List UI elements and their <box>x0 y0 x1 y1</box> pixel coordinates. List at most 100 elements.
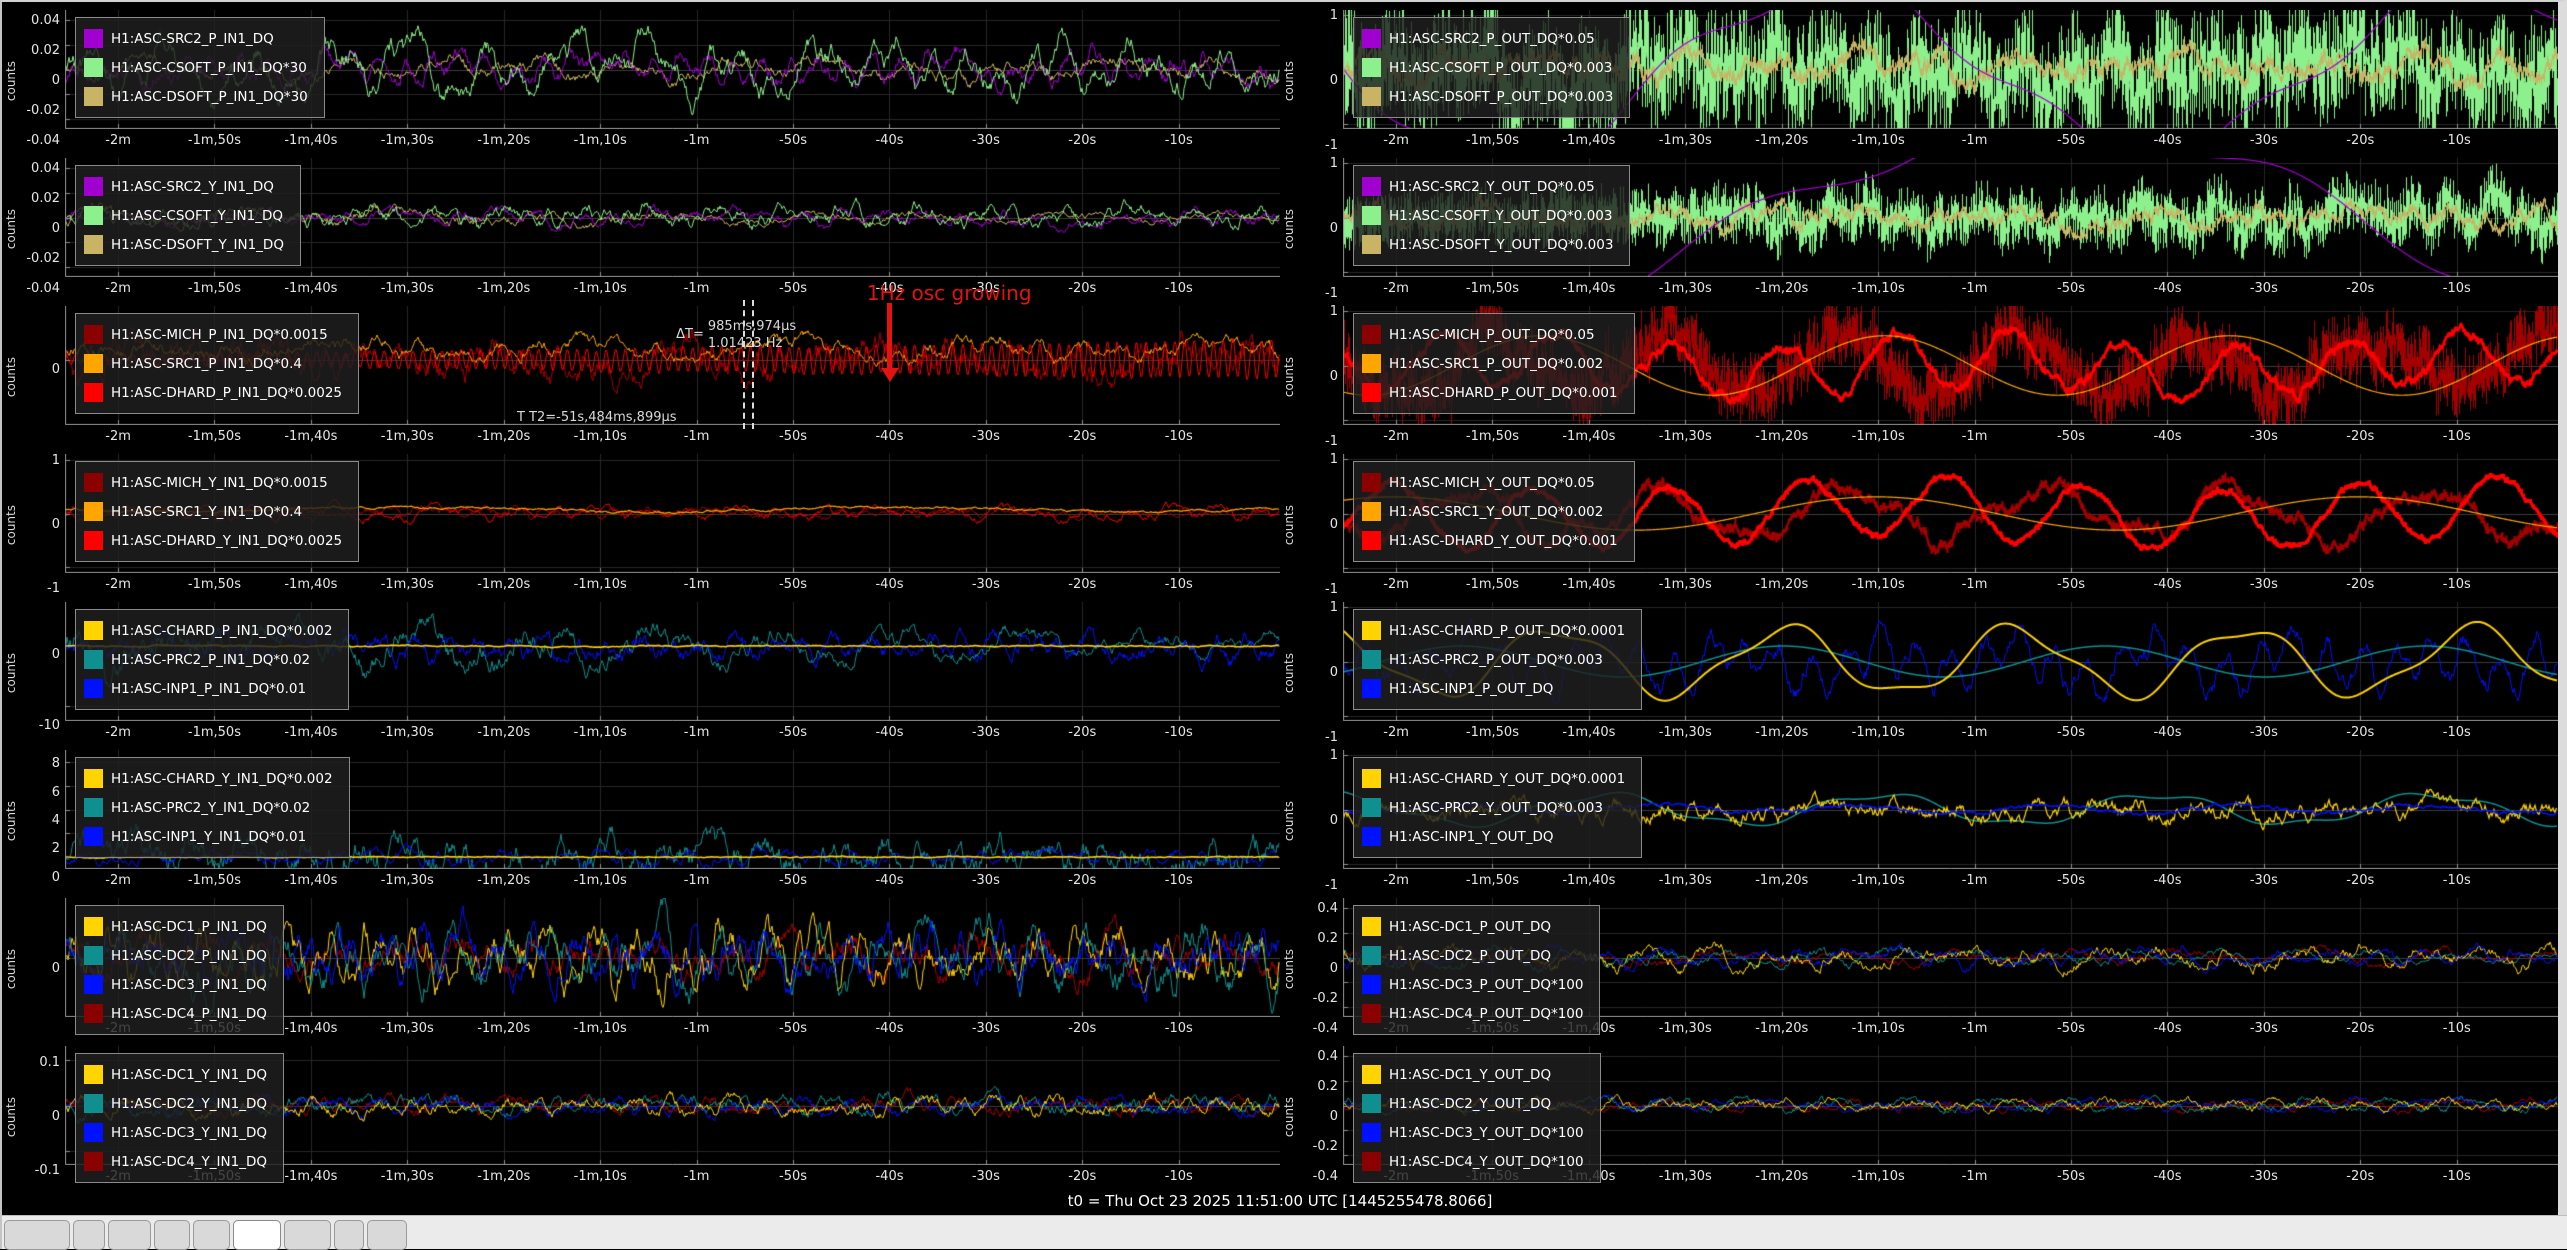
x-tick-label: -30s <box>2250 873 2278 888</box>
plot-area-mich-p-out: H1:ASC-MICH_P_OUT_DQ*0.05H1:ASC-SRC1_P_O… <box>1343 306 2558 425</box>
legend-entry: H1:ASC-DC1_P_OUT_DQ <box>1362 912 1583 941</box>
x-tick-label: -1m,20s <box>477 873 530 888</box>
y-tick-labels: 10-1 <box>1297 602 1343 744</box>
legend-entry: H1:ASC-CSOFT_Y_IN1_DQ <box>84 201 284 230</box>
x-tick-label: -10s <box>1165 1169 1193 1184</box>
y-tick-label: 6 <box>52 785 60 800</box>
legend-channel-label: H1:ASC-MICH_Y_IN1_DQ*0.0015 <box>111 475 328 491</box>
taskbar-tab-3[interactable] <box>108 1220 151 1250</box>
plot-chard-y-in1: counts86420H1:ASC-CHARD_Y_IN1_DQ*0.002H1… <box>2 744 1280 892</box>
legend-swatch-icon <box>84 650 103 669</box>
x-tick-label: -1m <box>1962 281 1988 296</box>
x-tick-label: -1m,10s <box>1852 725 1905 740</box>
x-tick-label: -1m,10s <box>574 873 627 888</box>
y-axis-label: counts <box>2 10 19 152</box>
delta-t-readout: ΔT=985ms,974µs1.01423 Hz <box>676 318 796 352</box>
x-tick-label: -50s <box>779 873 807 888</box>
y-axis-label-text: counts <box>1282 505 1296 545</box>
y-axis-label: counts <box>2 306 19 448</box>
y-axis-label-text: counts <box>4 209 18 249</box>
legend-channel-label: H1:ASC-DC1_Y_IN1_DQ <box>111 1067 267 1083</box>
y-tick-label: 0 <box>52 1109 60 1124</box>
x-tick-label: -30s <box>2250 577 2278 592</box>
x-tick-label: -50s <box>779 1169 807 1184</box>
legend-swatch-icon <box>84 29 103 48</box>
taskbar-tab-4[interactable] <box>154 1220 190 1250</box>
legend-swatch-icon <box>84 946 103 965</box>
legend-entry: H1:ASC-DC4_Y_OUT_DQ*100 <box>1362 1147 1584 1176</box>
x-tick-label: -2m <box>1383 429 1409 444</box>
legend-swatch-icon <box>84 1004 103 1023</box>
legend-swatch-icon <box>1362 29 1381 48</box>
legend-entry: H1:ASC-MICH_Y_OUT_DQ*0.05 <box>1362 468 1618 497</box>
y-axis-label-text: counts <box>1282 61 1296 101</box>
y-axis-label-text: counts <box>1282 801 1296 841</box>
legend-entry: H1:ASC-MICH_P_IN1_DQ*0.0015 <box>84 320 342 349</box>
x-tick-label: -40s <box>875 725 903 740</box>
y-tick-label: 0.4 <box>1317 1049 1338 1064</box>
plot-legend: H1:ASC-CHARD_Y_IN1_DQ*0.002H1:ASC-PRC2_Y… <box>75 757 350 858</box>
legend-channel-label: H1:ASC-DC1_P_IN1_DQ <box>111 919 267 935</box>
legend-swatch-icon <box>84 1094 103 1113</box>
taskbar-tab-8[interactable] <box>334 1220 364 1250</box>
x-tick-label: -2m <box>1383 281 1409 296</box>
legend-entry: H1:ASC-PRC2_P_OUT_DQ*0.003 <box>1362 645 1625 674</box>
y-tick-label: -1 <box>47 581 60 596</box>
taskbar-tab-5[interactable] <box>193 1220 230 1250</box>
x-tick-label: -1m,20s <box>1755 577 1808 592</box>
y-tick-labels: 0.40.20-0.2-0.4 <box>1297 1046 1343 1188</box>
x-tick-label: -1m,30s <box>1659 577 1712 592</box>
plot-area-dc-y-out: H1:ASC-DC1_Y_OUT_DQH1:ASC-DC2_Y_OUT_DQH1… <box>1343 1046 2558 1165</box>
legend-entry: H1:ASC-CHARD_Y_IN1_DQ*0.002 <box>84 764 333 793</box>
legend-channel-label: H1:ASC-PRC2_P_OUT_DQ*0.003 <box>1389 652 1603 668</box>
plot-dc-y-in1: counts0.10-0.1H1:ASC-DC1_Y_IN1_DQH1:ASC-… <box>2 1040 1280 1188</box>
legend-entry: H1:ASC-MICH_P_OUT_DQ*0.05 <box>1362 320 1618 349</box>
y-tick-label: -0.4 <box>1313 1169 1338 1184</box>
y-tick-label: 0.04 <box>31 13 60 28</box>
y-axis-label-text: counts <box>4 61 18 101</box>
y-tick-label: 0 <box>1330 961 1338 976</box>
legend-swatch-icon <box>1362 58 1381 77</box>
legend-entry: H1:ASC-PRC2_Y_OUT_DQ*0.003 <box>1362 793 1625 822</box>
legend-entry: H1:ASC-DHARD_P_OUT_DQ*0.001 <box>1362 378 1618 407</box>
x-tick-label: -20s <box>1068 873 1096 888</box>
y-tick-label: 0.2 <box>1317 1079 1338 1094</box>
y-tick-labels: 86420 <box>19 750 65 892</box>
taskbar-tab-2[interactable] <box>73 1220 105 1250</box>
y-tick-label: 0.02 <box>31 43 60 58</box>
legend-channel-label: H1:ASC-PRC2_P_IN1_DQ*0.02 <box>111 652 310 668</box>
x-tick-label: -1m,10s <box>1852 133 1905 148</box>
legend-entry: H1:ASC-DC1_Y_OUT_DQ <box>1362 1060 1584 1089</box>
legend-channel-label: H1:ASC-SRC2_P_IN1_DQ <box>111 31 274 47</box>
delta-t-frequency: 1.01423 Hz <box>708 335 796 352</box>
x-tick-label: -1m,50s <box>188 577 241 592</box>
x-tick-label: -30s <box>2250 1021 2278 1036</box>
y-tick-label: 0 <box>1330 517 1338 532</box>
x-tick-label: -10s <box>1165 577 1193 592</box>
plot-legend: H1:ASC-SRC2_P_IN1_DQH1:ASC-CSOFT_P_IN1_D… <box>75 17 325 118</box>
legend-entry: H1:ASC-DC2_P_IN1_DQ <box>84 941 267 970</box>
legend-channel-label: H1:ASC-SRC2_P_OUT_DQ*0.05 <box>1389 31 1595 47</box>
taskbar-tab-7[interactable] <box>284 1220 331 1250</box>
taskbar-tab-1[interactable] <box>4 1220 70 1250</box>
legend-swatch-icon <box>84 975 103 994</box>
legend-channel-label: H1:ASC-CSOFT_Y_IN1_DQ <box>111 208 283 224</box>
status-bar: t0 = Thu Oct 23 2025 11:51:00 UTC [14452… <box>2 1188 2558 1214</box>
plot-legend: H1:ASC-DC1_Y_IN1_DQH1:ASC-DC2_Y_IN1_DQH1… <box>75 1053 284 1183</box>
x-tick-label: -20s <box>1068 281 1096 296</box>
legend-channel-label: H1:ASC-DC3_Y_IN1_DQ <box>111 1125 267 1141</box>
x-tick-label: -1m,30s <box>1659 429 1712 444</box>
y-axis-label: counts <box>2 898 19 1040</box>
y-tick-label: 1 <box>1330 8 1338 23</box>
legend-entry: H1:ASC-DC1_Y_IN1_DQ <box>84 1060 267 1089</box>
x-tick-label: -40s <box>2153 725 2181 740</box>
y-tick-label: -0.1 <box>35 1163 60 1178</box>
legend-swatch-icon <box>1362 1123 1381 1142</box>
taskbar-tab-9[interactable] <box>367 1220 407 1250</box>
x-tick-labels: -2m-1m,50s-1m,40s-1m,30s-1m,20s-1m,10s-1… <box>65 573 1280 596</box>
taskbar-tab-6[interactable] <box>233 1220 281 1250</box>
x-tick-label: -2m <box>105 873 131 888</box>
plot-area-src2-p-out: H1:ASC-SRC2_P_OUT_DQ*0.05H1:ASC-CSOFT_P_… <box>1343 10 2558 129</box>
x-tick-labels: -2m-1m,50s-1m,40s-1m,30s-1m,20s-1m,10s-1… <box>65 721 1280 744</box>
x-tick-label: -10s <box>1165 1021 1193 1036</box>
